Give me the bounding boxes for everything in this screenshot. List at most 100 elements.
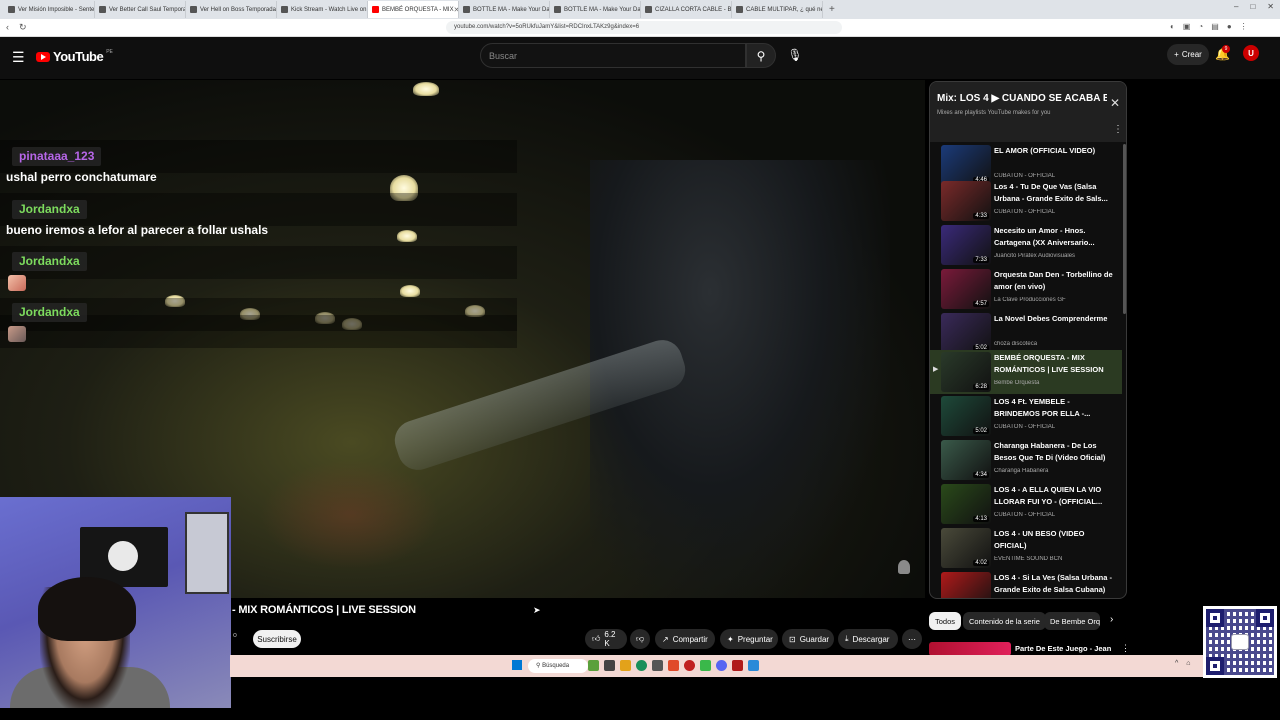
next-video-thumbnail[interactable] bbox=[929, 642, 1011, 656]
extension-icon[interactable]: ▣ bbox=[1183, 22, 1191, 31]
playlist-thumbnail[interactable]: 4:02 bbox=[941, 528, 991, 568]
extension-icon[interactable]: ▤ bbox=[1211, 22, 1219, 31]
browser-tab[interactable]: BOTTLE MA - Make Your Day bbox=[459, 1, 550, 18]
playlist-thumbnail[interactable]: 5:02 bbox=[941, 396, 991, 436]
maximize-icon[interactable]: □ bbox=[1250, 2, 1255, 11]
windows-start-icon[interactable] bbox=[512, 660, 522, 670]
taskbar-search[interactable]: ⚲ Búsqueda bbox=[528, 659, 588, 673]
app-icon[interactable] bbox=[700, 660, 711, 671]
app-icon[interactable] bbox=[604, 660, 615, 671]
avatar[interactable]: U bbox=[1243, 45, 1259, 61]
duration-badge: 4:13 bbox=[973, 516, 989, 522]
edge-icon[interactable] bbox=[636, 660, 647, 671]
playlist-item[interactable]: 4:34 Charanga Habanera - De Los Besos Que… bbox=[930, 438, 1122, 482]
url-field[interactable]: youtube.com/watch?v=5oRUkfuJamY&list=RDC… bbox=[446, 21, 842, 34]
app-icon[interactable] bbox=[588, 660, 599, 671]
extension-icon[interactable]: ◐ bbox=[1170, 22, 1175, 31]
playlist-thumbnail[interactable] bbox=[941, 572, 991, 598]
playlist-thumbnail[interactable]: 4:34 bbox=[941, 440, 991, 480]
app-icon[interactable] bbox=[684, 660, 695, 671]
browser-tab[interactable]: CABLE MULTIPAR, ¿ qué necesitas s bbox=[732, 1, 823, 18]
filter-chip[interactable]: De Bembe Orqu bbox=[1044, 612, 1100, 630]
extension-icon[interactable]: ◔ bbox=[1198, 22, 1203, 31]
like-button[interactable]: 👍︎ 6.2 K bbox=[585, 629, 627, 649]
playlist-item[interactable]: 4:57 Orquesta Dan Den - Torbellino de amo… bbox=[930, 267, 1122, 311]
playlist-scrollbar[interactable] bbox=[1123, 144, 1126, 314]
brave-icon[interactable] bbox=[668, 660, 679, 671]
more-vertical-icon[interactable]: ⋮ bbox=[1113, 124, 1123, 135]
close-window-icon[interactable]: ✕ bbox=[1267, 2, 1274, 11]
playlist-item-title[interactable]: Necesito un Amor - Hnos. Cartagena (XX A… bbox=[994, 225, 1116, 250]
more-actions-button[interactable]: ⋯ bbox=[902, 629, 922, 649]
qr-finder bbox=[1256, 609, 1274, 627]
browser-tab[interactable]: Ver Better Call Saul Temporada 2 Ep bbox=[95, 1, 186, 18]
playlist-thumbnail[interactable]: 5:02 bbox=[941, 313, 991, 353]
playlist-item-title[interactable]: BEMBÉ ORQUESTA - MIX ROMÁNTICOS | LIVE S… bbox=[994, 352, 1116, 377]
folder-icon[interactable] bbox=[620, 660, 631, 671]
dislike-button[interactable]: 👎︎ bbox=[630, 629, 650, 649]
playlist-thumbnail[interactable]: 7:33 bbox=[941, 225, 991, 265]
playlist-item-title[interactable]: Charanga Habanera - De Los Besos Que Te … bbox=[994, 440, 1116, 465]
back-icon[interactable]: ‹ bbox=[6, 22, 9, 33]
filter-chip[interactable]: Todos bbox=[929, 612, 962, 630]
playlist-thumbnail[interactable]: 4:57 bbox=[941, 269, 991, 309]
browser-tab[interactable]: Kick Stream - Watch Live on Kick bbox=[277, 1, 368, 18]
playlist-item-title[interactable]: LOS 4 Ft. YEMBELE - BRINDEMOS POR ELLA -… bbox=[994, 396, 1116, 421]
more-vertical-icon[interactable]: ⋮ bbox=[1121, 643, 1130, 654]
download-button[interactable]: ⤓ Descargar bbox=[838, 629, 898, 649]
playlist-thumbnail[interactable]: 4:33 bbox=[941, 181, 991, 221]
search-input[interactable]: Buscar bbox=[480, 43, 746, 68]
close-icon[interactable]: ✕ bbox=[1110, 96, 1120, 110]
share-button[interactable]: ↗ Compartir bbox=[655, 629, 715, 649]
playlist-title[interactable]: Mix: LOS 4 ▶ CUANDO SE ACABA E... bbox=[937, 93, 1107, 104]
browser-tab[interactable]: BEMBÉ ORQUESTA - MIX ✕ bbox=[368, 1, 459, 18]
app-icon[interactable] bbox=[748, 660, 759, 671]
minimize-icon[interactable]: – bbox=[1234, 2, 1238, 11]
playlist-item-title[interactable]: La Novel Debes Comprenderme bbox=[994, 313, 1116, 325]
next-video-title[interactable]: Parte De Este Juego - Jean bbox=[1015, 644, 1111, 653]
voice-search-button[interactable]: 🎙 bbox=[786, 44, 804, 66]
browser-tab[interactable]: Ver Misión Imposible - Sentencia fin bbox=[4, 1, 95, 18]
chat-username: Jordandxa bbox=[12, 303, 87, 322]
tray-chevron-icon[interactable]: ^ bbox=[1175, 660, 1178, 667]
playlist-item[interactable]: ▶ 6:28 BEMBÉ ORQUESTA - MIX ROMÁNTICOS | L… bbox=[930, 350, 1122, 394]
playlist-item[interactable]: 4:33 Los 4 - Tu De Que Vas (Salsa Urbana … bbox=[930, 179, 1122, 223]
playlist-item-title[interactable]: EL AMOR (OFFICIAL VIDEO) bbox=[994, 145, 1116, 157]
playlist-item[interactable]: 5:02 LOS 4 Ft. YEMBELE - BRINDEMOS POR EL… bbox=[930, 394, 1122, 438]
playlist-item-title[interactable]: LOS 4 - UN BESO (VIDEO OFICIAL) bbox=[994, 528, 1116, 553]
profile-icon[interactable]: ● bbox=[1227, 22, 1232, 31]
playlist-item[interactable]: 4:13 LOS 4 - A ELLA QUIEN LA VIO LLORAR F… bbox=[930, 482, 1122, 526]
playlist-item-title[interactable]: Los 4 - Tu De Que Vas (Salsa Urbana - Gr… bbox=[994, 181, 1116, 206]
app-icon[interactable] bbox=[652, 660, 663, 671]
new-tab-button[interactable]: + bbox=[829, 4, 835, 15]
playlist-item-title[interactable]: Orquesta Dan Den - Torbellino de amor (e… bbox=[994, 269, 1116, 294]
menu-icon[interactable]: ⋮ bbox=[1240, 22, 1248, 31]
browser-tab[interactable]: Ver Hell on Boss Temporada 2 Episo bbox=[186, 1, 277, 18]
search-button[interactable]: ⚲ bbox=[746, 43, 776, 68]
youtube-logo[interactable]: YouTube PE bbox=[36, 49, 113, 64]
browser-tab[interactable]: BOTTLE MA - Make Your Day bbox=[550, 1, 641, 18]
save-button[interactable]: ⊡ Guardar bbox=[782, 629, 834, 649]
reload-icon[interactable]: ↻ bbox=[19, 22, 27, 33]
hamburger-menu-icon[interactable]: ☰ bbox=[12, 49, 25, 66]
playlist-item[interactable]: LOS 4 - Si La Ves (Salsa Urbana - Grande… bbox=[930, 570, 1122, 598]
playlist-thumbnail[interactable]: 6:28 bbox=[941, 352, 991, 392]
chevron-right-icon[interactable]: › bbox=[1110, 614, 1113, 625]
network-icon[interactable]: ⌂ bbox=[1186, 660, 1190, 667]
playlist-thumbnail[interactable]: 4:13 bbox=[941, 484, 991, 524]
app-icon[interactable] bbox=[732, 660, 743, 671]
playlist-item[interactable]: 4:02 LOS 4 - UN BESO (VIDEO OFICIAL) EVENT… bbox=[930, 526, 1122, 570]
playlist-item-title[interactable]: LOS 4 - Si La Ves (Salsa Urbana - Grande… bbox=[994, 572, 1116, 597]
playlist-item-channel: CUBATON - OFFICIAL bbox=[994, 424, 1056, 430]
playlist-item[interactable]: 7:33 Necesito un Amor - Hnos. Cartagena (… bbox=[930, 223, 1122, 267]
window-controls[interactable]: – □ ✕ bbox=[1234, 2, 1274, 11]
playlist-item[interactable]: 5:02 La Novel Debes Comprenderme choza dis… bbox=[930, 311, 1122, 355]
next-video-row[interactable]: Parte De Este Juego - Jean ⋮ bbox=[929, 640, 1130, 656]
filter-chip[interactable]: Contenido de la serie bbox=[963, 612, 1046, 630]
subscribe-button[interactable]: Suscribirse bbox=[253, 630, 301, 648]
ask-button[interactable]: ✦ Preguntar bbox=[720, 629, 778, 649]
create-button[interactable]: + Crear bbox=[1167, 44, 1209, 65]
browser-tab[interactable]: CIZALLA CORTA CABLE - Buscar con bbox=[641, 1, 732, 18]
discord-icon[interactable] bbox=[716, 660, 727, 671]
playlist-item-title[interactable]: LOS 4 - A ELLA QUIEN LA VIO LLORAR FUI Y… bbox=[994, 484, 1116, 509]
